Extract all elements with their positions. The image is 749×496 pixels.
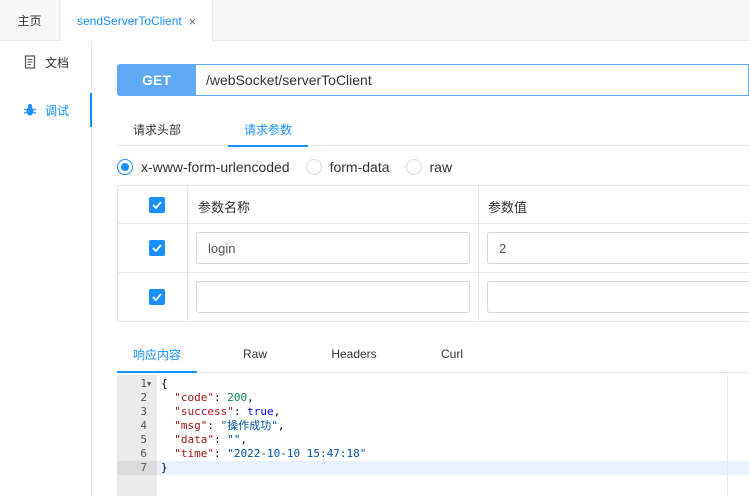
code-value: "操作成功" [220,419,278,432]
line-number: 5 [140,433,147,446]
tab-home-label: 主页 [17,14,42,28]
sidebar-item-debug[interactable]: 调试 [0,93,92,127]
code-line: } [157,461,749,475]
request-tabs: 请求头部 请求参数 [117,112,749,147]
row-checkbox[interactable] [149,240,165,256]
code-value: 200 [227,391,248,404]
param-name-input[interactable]: login [196,232,470,264]
active-indicator [90,93,92,127]
print-margin [727,375,728,496]
radio-checked-icon [117,159,133,175]
response-code-editor[interactable]: 1 ▼ 2 3 4 5 6 7 { "code": 200, "success"… [117,375,749,496]
row-name-cell [188,273,479,321]
code-line: "msg": "操作成功", [174,419,285,432]
url-input[interactable]: /webSocket/serverToClient [196,64,749,96]
row-value-cell [479,273,749,321]
radio-form-data[interactable]: form-data [305,159,390,175]
radio-unchecked-icon [405,159,422,175]
tab-request-params[interactable]: 请求参数 [228,112,308,147]
tab-home[interactable]: 主页 [0,0,60,41]
tab-response-curl[interactable]: Curl [412,336,492,372]
tab-bar: 主页 sendServerToClient × [0,0,749,42]
code-token: } [161,461,168,474]
header-checkbox-cell [118,186,188,224]
radio-raw[interactable]: raw [405,159,453,175]
row-value-cell: 2 [479,224,749,273]
line-number: 2 [140,391,147,404]
tab-request-headers[interactable]: 请求头部 [133,112,181,146]
param-value-input[interactable] [487,281,749,313]
row-checkbox[interactable] [149,289,165,305]
body-type-radios: x-www-form-urlencoded form-data raw [117,158,468,176]
line-number: 6 [140,447,147,460]
row-checkbox-cell [118,224,188,273]
check-icon [152,293,162,301]
radio-x-www-form-urlencoded[interactable]: x-www-form-urlencoded [117,159,290,175]
check-icon [152,244,162,252]
column-header-name: 参数名称 [198,200,251,215]
tab-send-server-to-client[interactable]: sendServerToClient × [61,0,213,42]
tab-active-label: sendServerToClient [77,14,182,28]
check-icon [152,201,162,209]
row-checkbox-cell [118,273,188,321]
line-number: 7 [117,461,157,475]
header-name-cell: 参数名称 [188,186,479,224]
method-select[interactable]: GET [117,64,196,96]
param-name-input[interactable] [196,281,470,313]
code-token: { [161,377,168,390]
radio-unchecked-icon [305,159,322,175]
radio-label: form-data [329,159,390,175]
line-number: 4 [140,419,147,432]
tab-response-headers[interactable]: Headers [314,336,394,372]
bug-icon [23,103,37,117]
code-value: "" [227,433,241,446]
sidebar-item-docs[interactable]: 文档 [0,45,92,79]
code-line: "success": true, [174,405,281,418]
radio-label: raw [429,159,453,175]
close-icon[interactable]: × [189,14,197,29]
code-area: { "code": 200, "success": true, "msg": "… [157,375,749,496]
code-line: "code": 200, [174,391,254,404]
code-key: "data" [174,433,214,446]
response-tabs: 响应内容 Raw Headers Curl [117,336,749,373]
params-table: 参数名称 参数值 login 2 [117,185,749,322]
code-key: "code" [174,391,214,404]
sidebar-item-label: 调试 [45,103,70,118]
column-header-value: 参数值 [488,200,528,215]
select-all-checkbox[interactable] [149,197,165,213]
code-line: "data": "", [174,433,248,446]
row-name-cell: login [188,224,479,273]
fold-arrow-icon[interactable]: ▼ [147,380,151,388]
tab-response-raw[interactable]: Raw [215,336,295,372]
line-number: 3 [140,405,147,418]
radio-label: x-www-form-urlencoded [141,159,290,175]
sidebar: 文档 调试 [0,41,92,496]
param-value-input[interactable]: 2 [487,232,749,264]
code-line: "time": "2022-10-10 15:47:18" [174,447,367,460]
code-key: "success" [174,405,234,418]
code-value: "2022-10-10 15:47:18" [227,447,367,460]
code-line: { [157,377,749,391]
code-value: true [247,405,274,418]
tab-response-content[interactable]: 响应内容 [117,336,197,373]
header-value-cell: 参数值 [479,186,749,224]
editor-gutter: 1 ▼ 2 3 4 5 6 7 [117,375,157,496]
sidebar-item-label: 文档 [45,55,70,70]
document-icon [23,55,37,69]
code-key: "msg" [174,419,208,432]
code-key: "time" [174,447,214,460]
